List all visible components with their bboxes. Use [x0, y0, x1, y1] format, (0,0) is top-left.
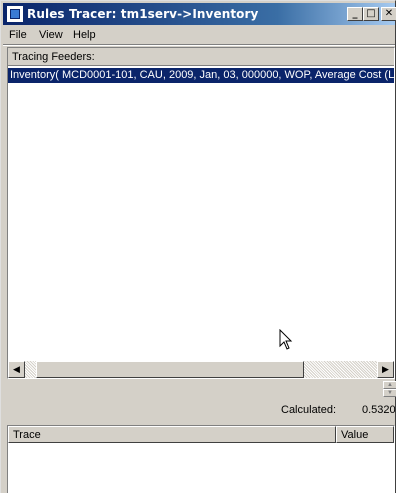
trace-table[interactable]: Trace Value — [7, 425, 395, 493]
title-bar[interactable]: Rules Tracer: tm1serv->Inventory _ □ ✕ — [3, 3, 396, 25]
spin-up-button[interactable]: ▲ — [383, 381, 396, 389]
app-icon — [7, 6, 23, 22]
scroll-right-button[interactable]: ▶ — [377, 361, 394, 378]
maximize-button[interactable]: □ — [363, 7, 379, 21]
menu-bar: File View Help — [3, 26, 395, 44]
feeders-panel[interactable]: Tracing Feeders: Inventory( MCD0001-101,… — [7, 47, 395, 379]
menu-divider — [3, 44, 395, 46]
feeder-row-text: Inventory( MCD0001-101, CAU, 2009, Jan, … — [10, 69, 394, 81]
calculated-value: 0.5320 — [362, 404, 396, 416]
scroll-thumb[interactable] — [36, 361, 304, 378]
column-header-value[interactable]: Value — [336, 426, 394, 443]
calculated-label: Calculated: — [281, 404, 337, 416]
menu-view[interactable]: View — [39, 29, 63, 41]
calculated-bar: Calculated: 0.5320 — [7, 399, 396, 421]
close-button[interactable]: ✕ — [381, 7, 396, 21]
mouse-pointer-icon — [279, 329, 293, 350]
feeders-header-label: Tracing Feeders: — [12, 51, 95, 63]
column-header-value-label: Value — [341, 429, 369, 441]
column-header-trace[interactable]: Trace — [8, 426, 336, 443]
horizontal-scrollbar[interactable]: ◀ ▶ — [8, 361, 394, 378]
feeders-header: Tracing Feeders: — [8, 48, 394, 66]
menu-file[interactable]: File — [9, 29, 27, 41]
window-title: Rules Tracer: tm1serv->Inventory — [27, 7, 259, 21]
rules-tracer-window: Rules Tracer: tm1serv->Inventory _ □ ✕ F… — [0, 0, 396, 493]
minimize-button[interactable]: _ — [347, 7, 363, 21]
scroll-left-button[interactable]: ◀ — [8, 361, 25, 378]
spin-down-button[interactable]: ▼ — [383, 389, 396, 397]
panel-splitter[interactable]: ▲ ▼ — [7, 379, 396, 399]
column-header-trace-label: Trace — [13, 429, 41, 441]
menu-help[interactable]: Help — [73, 29, 96, 41]
feeder-row-selected[interactable]: Inventory( MCD0001-101, CAU, 2009, Jan, … — [8, 68, 394, 83]
